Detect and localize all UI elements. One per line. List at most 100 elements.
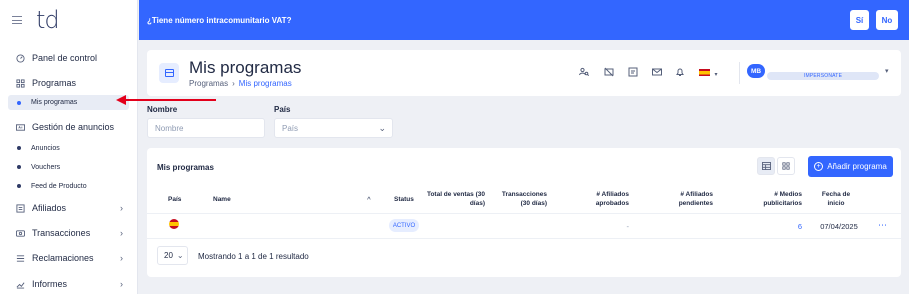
- sidebar-header: td: [0, 0, 137, 40]
- sidebar-item-label: Feed de Producto: [31, 182, 87, 190]
- column-header-country[interactable]: País: [168, 195, 181, 204]
- impersonate-badge[interactable]: IMPERSONATE: [767, 72, 879, 80]
- column-header-name[interactable]: Name: [213, 195, 231, 204]
- sidebar-item-label: Vouchers: [31, 163, 61, 171]
- chevron-down-icon: ⌄: [176, 251, 184, 260]
- column-header-start-date[interactable]: Fecha de inicio: [814, 190, 858, 208]
- column-header-status[interactable]: Status: [394, 195, 414, 204]
- sidebar-item-vouchers[interactable]: Vouchers: [0, 158, 137, 176]
- column-header-transactions[interactable]: Transacciones (30 días): [497, 190, 547, 208]
- breadcrumb-parent[interactable]: Programas: [189, 79, 228, 88]
- users-search-icon[interactable]: [579, 67, 590, 77]
- programs-table-card: Mis programas + Añadir programa País Nam…: [147, 148, 901, 277]
- header-divider: [147, 213, 901, 214]
- sidebar-item-label: Mis programas: [31, 99, 78, 106]
- sidebar-item-label: Anuncios: [31, 144, 60, 152]
- cell-start-date: 07/04/2025: [820, 222, 858, 231]
- chevron-right-icon: ›: [120, 228, 123, 238]
- column-header-media[interactable]: # Medios publicitarios: [752, 190, 802, 208]
- dashboard-icon: [16, 53, 25, 63]
- chevron-right-icon: ›: [120, 253, 123, 263]
- vat-banner: ¿Tiene número intracomunitario VAT? Sí N…: [139, 0, 909, 40]
- avatar[interactable]: MB: [747, 64, 765, 78]
- sidebar-item-label: Programas: [32, 78, 77, 88]
- sidebar-item-transacciones[interactable]: Transacciones ›: [0, 224, 137, 242]
- sidebar-item-panel-de-control[interactable]: Panel de control: [0, 49, 137, 67]
- transactions-icon: [16, 229, 25, 238]
- chevron-right-icon: ›: [120, 279, 123, 289]
- page-title: Mis programas: [189, 58, 302, 77]
- column-header-sales[interactable]: Total de ventas (30 días): [425, 190, 485, 208]
- page-header: Mis programas Programas › Mis programas ▾ …: [147, 50, 901, 96]
- spain-flag-icon: [169, 219, 179, 229]
- table-view-button[interactable]: [757, 157, 775, 175]
- no-button[interactable]: No: [876, 10, 898, 30]
- breadcrumb: Programas › Mis programas: [189, 79, 292, 88]
- user-menu-caret-icon[interactable]: ▾: [885, 67, 889, 75]
- cell-approved-affiliates: -: [626, 222, 630, 231]
- grid-icon: [16, 78, 25, 88]
- sidebar-item-reclamaciones[interactable]: Reclamaciones ›: [0, 249, 137, 267]
- status-badge: ACTIVO: [389, 219, 419, 232]
- country-filter-value: País: [282, 123, 299, 133]
- grid-view-button[interactable]: [777, 157, 795, 175]
- chart-icon: [16, 280, 25, 289]
- claims-icon: [16, 254, 25, 263]
- calendar-icon: [159, 63, 179, 83]
- sidebar-item-programas[interactable]: Programas: [0, 74, 137, 92]
- breadcrumb-separator: ›: [232, 79, 235, 88]
- divider: [739, 62, 740, 84]
- sidebar-item-afiliados[interactable]: Afiliados ›: [0, 199, 137, 217]
- cell-media[interactable]: 6: [752, 222, 802, 231]
- plus-icon: +: [814, 162, 824, 171]
- spain-flag-icon: [699, 69, 710, 76]
- document-icon[interactable]: [628, 67, 638, 77]
- bell-icon[interactable]: [675, 67, 685, 77]
- sidebar-item-mis-programas[interactable]: Mis programas: [8, 95, 129, 110]
- add-program-button[interactable]: + Añadir programa: [808, 156, 893, 177]
- sidebar-item-label: Afiliados: [32, 203, 67, 213]
- country-filter-select[interactable]: País ⌄: [274, 118, 393, 138]
- yes-button[interactable]: Sí: [850, 10, 869, 30]
- chevron-down-icon: ⌄: [378, 123, 386, 133]
- hidden-icon[interactable]: [604, 67, 614, 77]
- breadcrumb-current[interactable]: Mis programas: [239, 79, 292, 88]
- country-filter-label: País: [274, 105, 291, 114]
- table-title: Mis programas: [157, 163, 214, 172]
- sidebar-item-label: Gestión de anuncios: [32, 122, 115, 132]
- sidebar-item-informes[interactable]: Informes ›: [0, 275, 137, 293]
- menu-icon[interactable]: [12, 16, 22, 24]
- column-header-approved-affiliates[interactable]: # Afiliados aprobados: [577, 190, 629, 208]
- sidebar-item-anuncios[interactable]: Anuncios: [0, 139, 137, 157]
- sidebar-item-label: Transacciones: [32, 228, 91, 238]
- page-size-value: 20: [164, 251, 173, 260]
- ad-icon: [16, 123, 25, 132]
- column-header-pending-affiliates[interactable]: # Afiliados pendientes: [657, 190, 713, 208]
- sidebar: td Panel de control Programas Mis progra…: [0, 0, 138, 294]
- app-logo[interactable]: td: [36, 8, 60, 32]
- add-program-label: Añadir programa: [827, 162, 887, 171]
- bullet-icon: [17, 184, 21, 188]
- sidebar-item-gestion-de-anuncios[interactable]: Gestión de anuncios: [0, 118, 137, 136]
- name-filter-label: Nombre: [147, 105, 178, 114]
- sidebar-item-label: Panel de control: [32, 53, 98, 63]
- affiliates-icon: [16, 203, 25, 213]
- bullet-icon: [17, 146, 21, 150]
- caret-down-icon: ▾: [714, 72, 718, 78]
- vat-question: ¿Tiene número intracomunitario VAT?: [147, 15, 292, 25]
- row-actions-icon[interactable]: ⋯: [878, 220, 887, 231]
- sidebar-item-label: Reclamaciones: [32, 253, 94, 263]
- sidebar-item-label: Informes: [32, 279, 68, 289]
- annotation-arrow-icon: [116, 95, 126, 105]
- chevron-right-icon: ›: [120, 203, 123, 213]
- language-selector[interactable]: ▾: [699, 68, 718, 78]
- name-filter-input[interactable]: Nombre: [147, 118, 265, 138]
- bullet-icon: [17, 100, 21, 105]
- sort-asc-icon[interactable]: ^: [367, 195, 371, 204]
- annotation-arrow-line: [126, 99, 216, 101]
- page-size-select[interactable]: 20 ⌄: [157, 246, 188, 265]
- bullet-icon: [17, 165, 21, 169]
- mail-icon[interactable]: [652, 67, 662, 77]
- result-count: Mostrando 1 a 1 de 1 resultado: [198, 252, 309, 261]
- sidebar-item-feed-de-producto[interactable]: Feed de Producto: [0, 177, 137, 195]
